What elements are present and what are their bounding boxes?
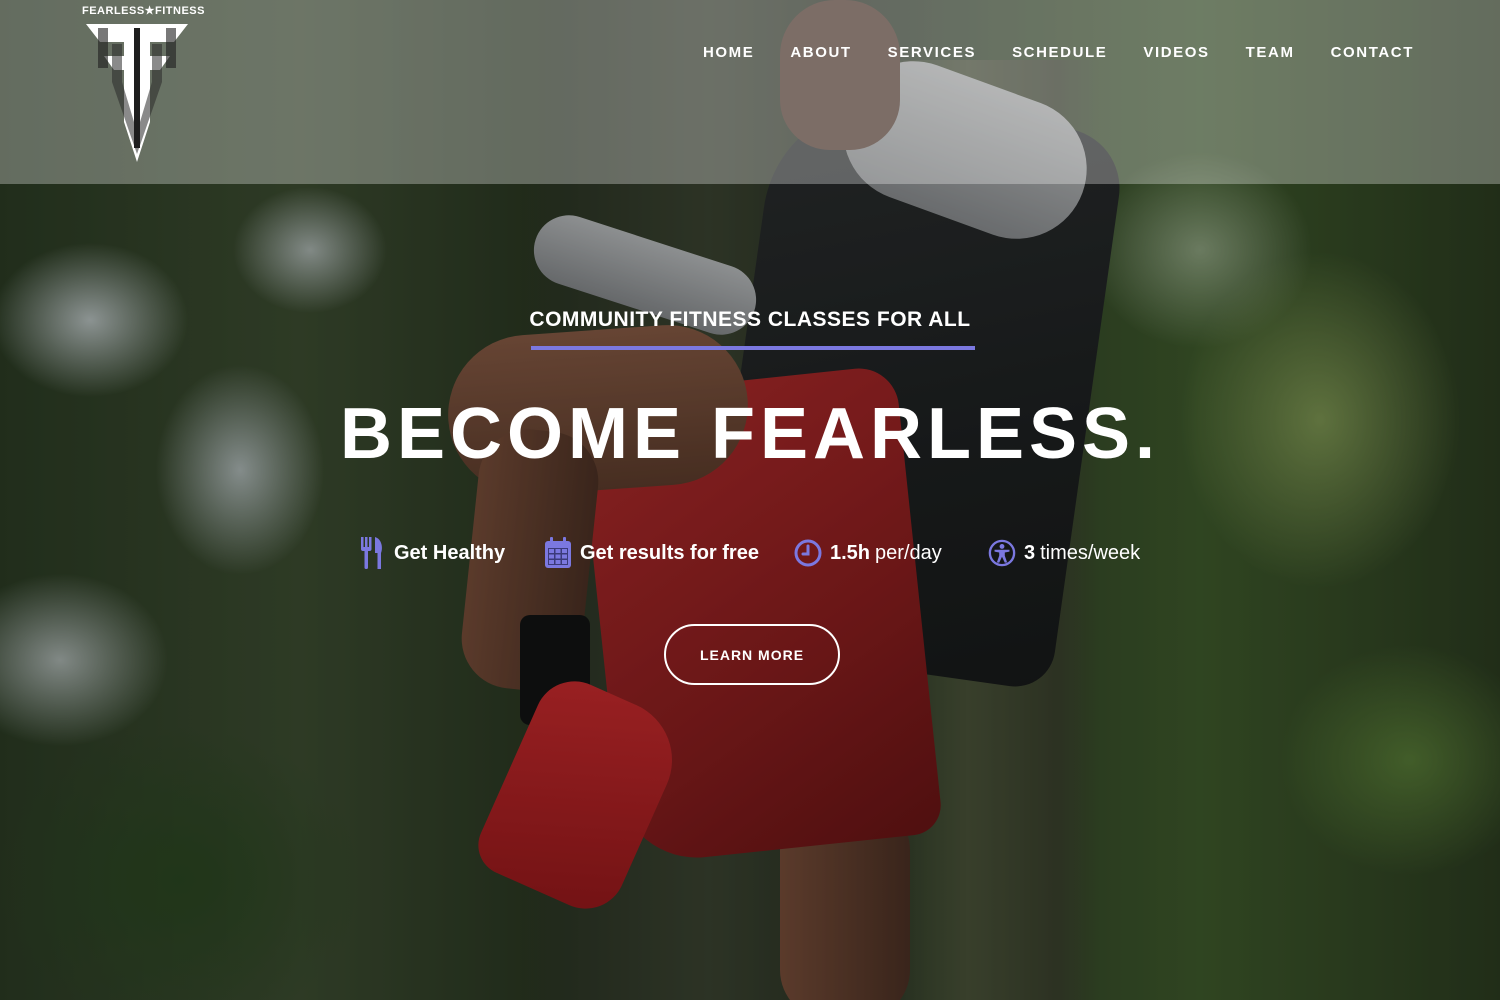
hero-eyebrow: COMMUNITY FITNESS CLASSES FOR ALL (529, 308, 971, 331)
feature-label: Get results for free (580, 541, 759, 564)
feature-hours-per-day: 1.5h per/day (794, 534, 942, 572)
hero-headline: BECOME FEARLESS. (339, 394, 1161, 474)
eyebrow-underline (531, 346, 975, 350)
clock-icon (794, 536, 822, 570)
feature-unit: per/day (875, 541, 942, 564)
accessibility-icon (988, 536, 1016, 570)
hero-background: FEARLESS★FITNESS HOME ABOUT SERVICES SCH… (0, 0, 1500, 1000)
feature-label: Get Healthy (394, 541, 506, 564)
feature-unit: times/week (1040, 541, 1141, 564)
feature-times-per-week: 3 times/week (988, 534, 1140, 572)
calendar-icon (544, 536, 572, 570)
feature-list: Get Healthy Get results for free 1.5h pe… (0, 534, 1500, 574)
hero-section: COMMUNITY FITNESS CLASSES FOR ALL BECOME… (0, 0, 1500, 1000)
feature-results-free: Get results for free (544, 534, 759, 572)
feature-value: 3 (1024, 541, 1036, 564)
feature-get-healthy: Get Healthy (358, 534, 505, 572)
fork-knife-icon (358, 536, 386, 570)
learn-more-button[interactable]: LEARN MORE (664, 624, 840, 685)
feature-value: 1.5h (830, 541, 871, 564)
